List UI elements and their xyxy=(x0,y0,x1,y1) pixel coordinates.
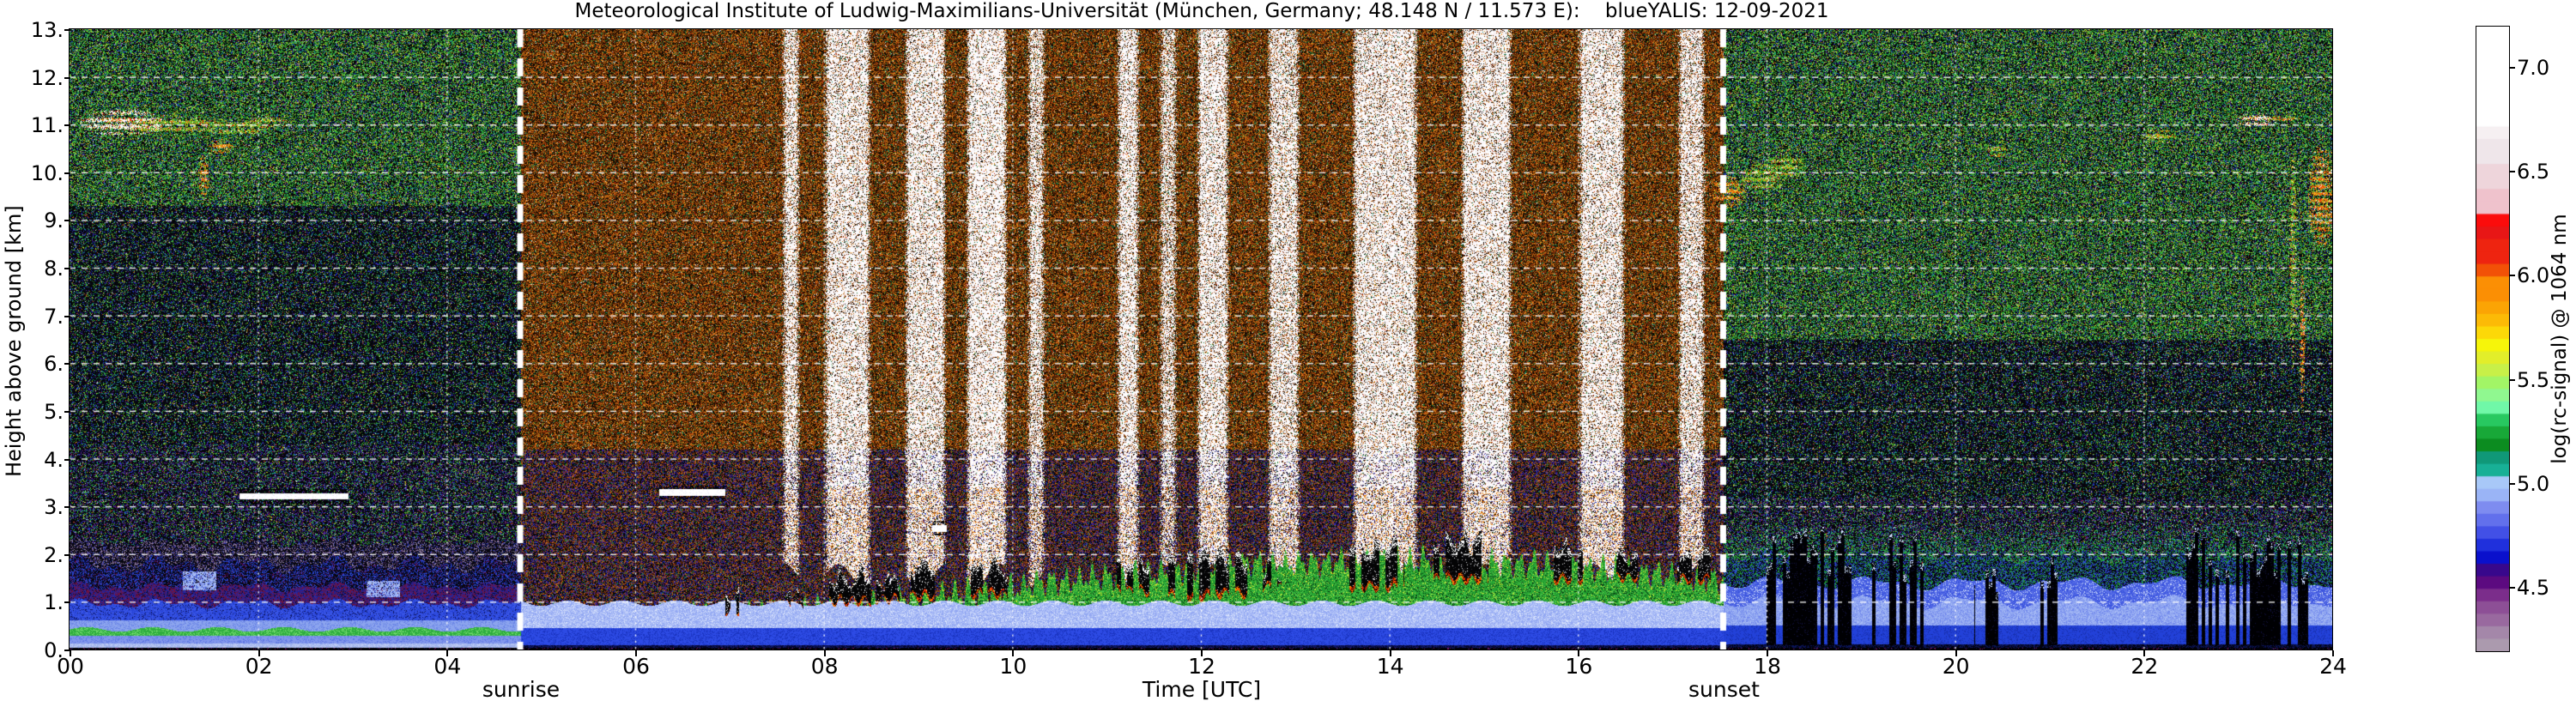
x-tick-label: 04 xyxy=(433,654,462,679)
x-tick-mark xyxy=(1012,650,1015,656)
y-tick-label: 5. xyxy=(44,399,64,424)
y-tick-label: 6. xyxy=(44,352,64,377)
y-tick-mark xyxy=(64,363,70,366)
x-tick-mark xyxy=(70,650,71,656)
colorbar-canvas xyxy=(2476,27,2509,651)
x-tick-label: 00 xyxy=(57,654,84,679)
x-tick-label: 16 xyxy=(1565,654,1593,679)
y-tick-label: 7. xyxy=(44,304,64,329)
y-tick-mark xyxy=(64,458,70,461)
colorbar-tick-label: 6.5 xyxy=(2517,159,2550,184)
y-tick-mark xyxy=(64,124,70,127)
y-tick-label: 4. xyxy=(44,447,64,472)
x-tick-label: 02 xyxy=(245,654,273,679)
x-tick-label: 12 xyxy=(1188,654,1215,679)
x-tick-label: 24 xyxy=(2319,654,2347,679)
x-tick-mark xyxy=(446,650,449,656)
heatmap-canvas xyxy=(70,29,2332,650)
colorbar-tick-mark xyxy=(2509,482,2515,485)
y-tick-label: 10. xyxy=(30,160,64,185)
colorbar-tick-mark xyxy=(2509,378,2515,381)
y-tick-mark xyxy=(64,268,70,270)
x-tick-mark xyxy=(1201,650,1203,656)
colorbar-label: log(rc-signal) @ 1064 nm xyxy=(2549,214,2571,464)
y-tick-mark xyxy=(64,220,70,222)
x-tick-label: 08 xyxy=(810,654,839,679)
y-tick-mark xyxy=(64,410,70,413)
colorbar xyxy=(2476,26,2510,652)
x-tick-label: 14 xyxy=(1376,654,1404,679)
colorbar-tick-mark xyxy=(2509,587,2515,589)
y-tick-mark xyxy=(64,601,70,604)
x-tick-mark xyxy=(2332,650,2334,656)
x-tick-mark xyxy=(635,650,637,656)
x-tick-mark xyxy=(1955,650,1957,656)
x-tick-label: 06 xyxy=(622,654,650,679)
x-tick-mark xyxy=(2143,650,2146,656)
colorbar-tick-label: 5.0 xyxy=(2517,471,2550,496)
x-tick-mark xyxy=(1767,650,1768,656)
x-tick-label: 10 xyxy=(999,654,1027,679)
y-tick-label: 9. xyxy=(44,208,64,233)
colorbar-tick-label: 4.5 xyxy=(2517,576,2550,601)
lidar-quicklook-figure: Meteorological Institute of Ludwig-Maxim… xyxy=(0,0,2576,707)
sunset-annotation: sunset xyxy=(1688,677,1760,702)
y-tick-label: 3. xyxy=(44,495,64,520)
y-tick-label: 1. xyxy=(44,590,64,615)
y-tick-mark xyxy=(64,553,70,556)
x-axis-label: Time [UTC] xyxy=(1142,677,1262,702)
x-tick-label: 20 xyxy=(1942,654,1970,679)
colorbar-tick-mark xyxy=(2509,170,2515,172)
x-tick-mark xyxy=(1389,650,1391,656)
x-tick-mark xyxy=(258,650,260,656)
y-tick-label: 12. xyxy=(30,65,64,90)
y-tick-mark xyxy=(64,76,70,79)
x-tick-label: 18 xyxy=(1754,654,1781,679)
y-tick-mark xyxy=(64,172,70,174)
x-tick-mark xyxy=(823,650,826,656)
y-tick-label: 2. xyxy=(44,542,64,567)
plot-title: Meteorological Institute of Ludwig-Maxim… xyxy=(574,0,1829,22)
y-tick-label: 13. xyxy=(30,18,64,42)
plot-area xyxy=(69,28,2333,650)
y-tick-mark xyxy=(64,29,70,31)
colorbar-tick-mark xyxy=(2509,275,2515,277)
y-axis-label: Height above ground [km] xyxy=(2,205,26,477)
x-tick-mark xyxy=(1578,650,1580,656)
y-tick-mark xyxy=(64,315,70,317)
y-tick-label: 8. xyxy=(44,257,64,281)
y-tick-label: 11. xyxy=(30,113,64,138)
colorbar-tick-label: 7.0 xyxy=(2517,55,2550,80)
sunrise-annotation: sunrise xyxy=(482,677,561,702)
colorbar-tick-mark xyxy=(2509,66,2515,69)
y-tick-mark xyxy=(64,506,70,509)
x-tick-label: 22 xyxy=(2131,654,2159,679)
